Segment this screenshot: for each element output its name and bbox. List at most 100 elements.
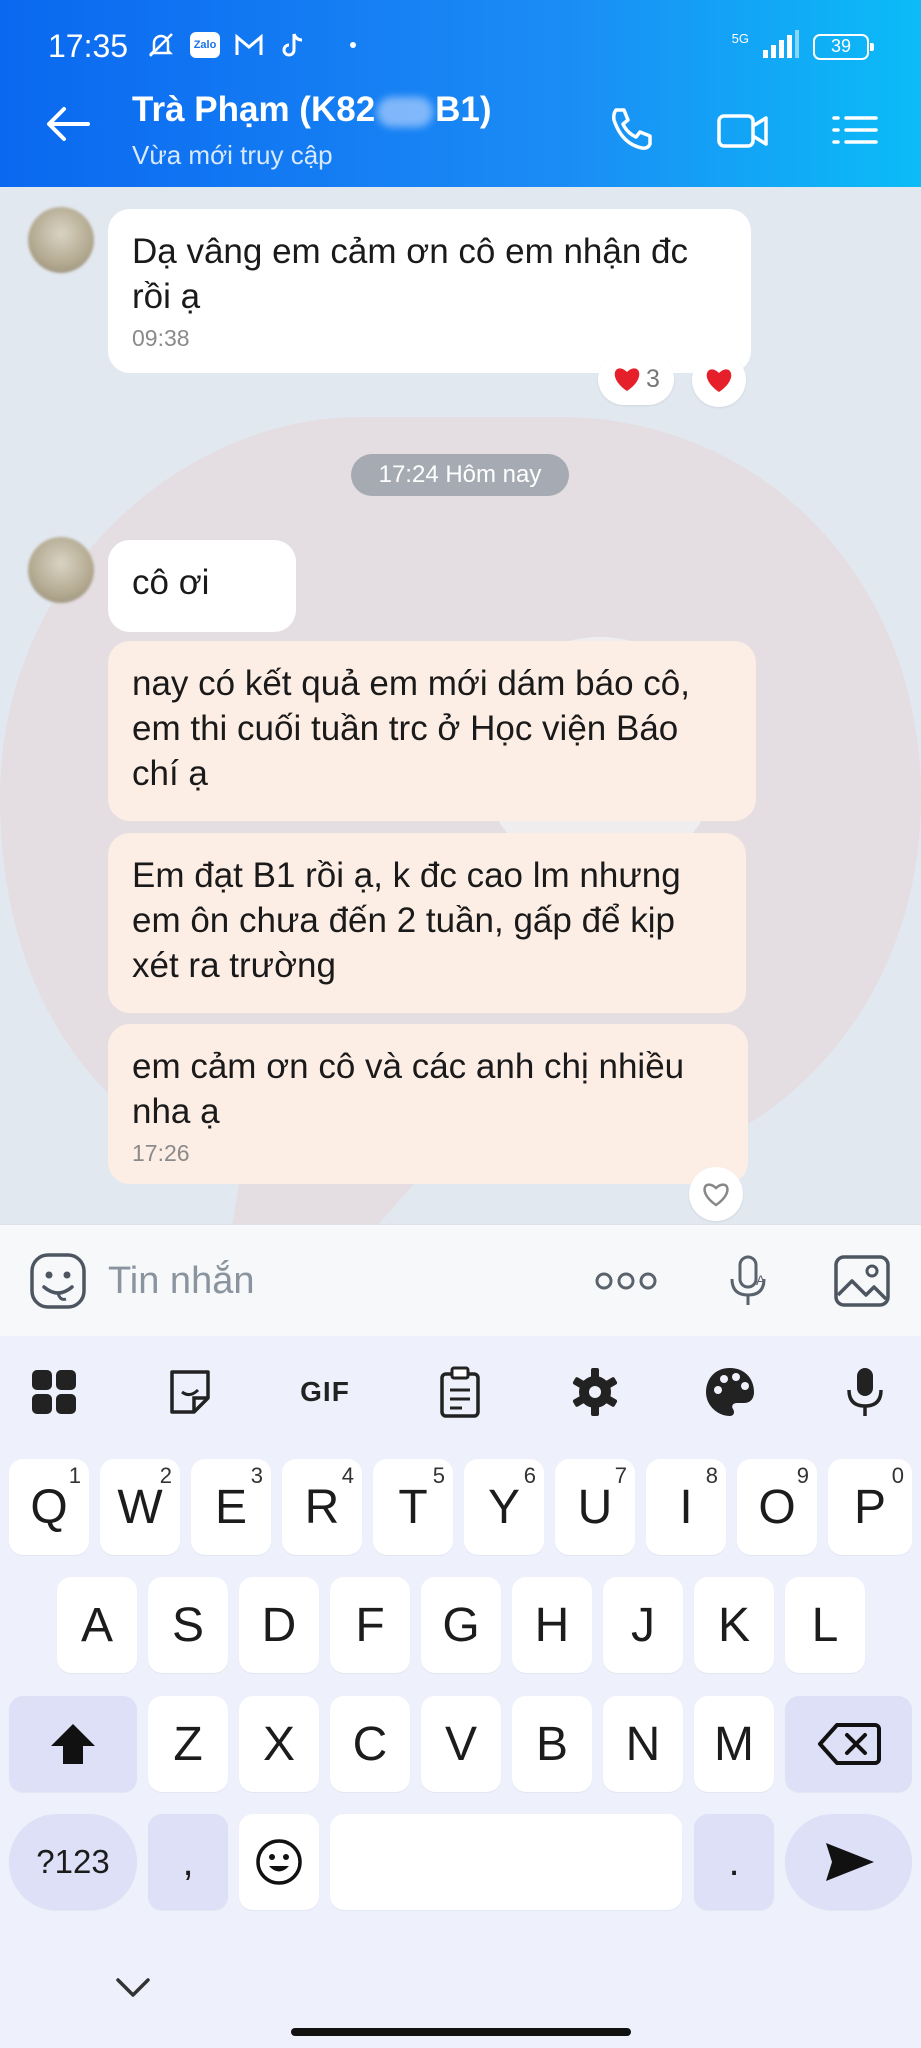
backspace-icon [817, 1723, 881, 1765]
mute-bell-icon [146, 30, 176, 60]
voice-call-button[interactable] [604, 104, 660, 160]
space-key[interactable] [330, 1814, 682, 1910]
key-y[interactable]: Y6 [464, 1459, 544, 1555]
key-label: S [171, 1598, 204, 1652]
contact-avatar[interactable] [28, 207, 94, 273]
tiktok-icon [278, 30, 308, 60]
key-label: J [631, 1598, 655, 1652]
gmail-icon [234, 30, 264, 60]
kb-theme-button[interactable] [700, 1362, 760, 1422]
symbols-key[interactable]: ?123 [9, 1814, 137, 1910]
key-label: U [577, 1480, 613, 1534]
shift-key[interactable] [9, 1696, 137, 1792]
image-picker-button[interactable] [832, 1251, 892, 1311]
react-button[interactable] [689, 1167, 743, 1221]
back-arrow-icon [47, 107, 90, 141]
key-v[interactable]: V [421, 1696, 501, 1792]
key-x[interactable]: X [239, 1696, 319, 1792]
contact-avatar[interactable] [28, 537, 94, 603]
clipboard-icon [440, 1366, 480, 1418]
microphone-icon [847, 1368, 883, 1416]
video-call-button[interactable] [716, 104, 772, 160]
send-key[interactable] [785, 1814, 912, 1910]
key-label: M [714, 1717, 754, 1771]
reaction-summary[interactable]: 3 [598, 353, 674, 405]
kb-settings-button[interactable] [565, 1362, 625, 1422]
key-q[interactable]: Q1 [9, 1459, 89, 1555]
message-bubble[interactable]: nay có kết quả em mới dám báo cô, em thi… [108, 641, 756, 821]
key-label: I [679, 1480, 693, 1534]
heart-reaction-icon [614, 368, 640, 391]
key-b[interactable]: B [512, 1696, 592, 1792]
key-r[interactable]: R4 [282, 1459, 362, 1555]
period-key[interactable]: . [694, 1814, 774, 1910]
message-bubble[interactable]: cô ơi [108, 540, 296, 632]
status-time: 17:35 [48, 28, 129, 64]
key-hint: 9 [796, 1463, 809, 1488]
key-t[interactable]: T5 [373, 1459, 453, 1555]
backspace-key[interactable] [785, 1696, 912, 1792]
message-bubble[interactable]: Dạ vâng em cảm ơn cô em nhận đc rồi ạ 09… [108, 209, 751, 373]
key-e[interactable]: E3 [191, 1459, 271, 1555]
key-w[interactable]: W2 [100, 1459, 180, 1555]
hide-keyboard-button[interactable] [110, 1966, 156, 2012]
message-text: nay có kết quả em mới dám báo cô, em thi… [132, 664, 690, 793]
contact-name[interactable]: Trà Phạm (K82 B1) [132, 90, 492, 130]
key-j[interactable]: J [603, 1577, 683, 1673]
key-k[interactable]: K [694, 1577, 774, 1673]
key-m[interactable]: M [694, 1696, 774, 1792]
message-input[interactable]: Tin nhắn [108, 1253, 538, 1309]
key-hint: 1 [68, 1463, 81, 1488]
svg-text:A: A [756, 1272, 766, 1288]
more-options-button[interactable] [594, 1255, 658, 1315]
chat-area[interactable]: Dạ vâng em cảm ơn cô em nhận đc rồi ạ 09… [0, 187, 921, 1224]
kb-apps-button[interactable] [24, 1362, 84, 1422]
emoji-key[interactable] [239, 1814, 319, 1910]
key-s[interactable]: S [148, 1577, 228, 1673]
kb-gif-button[interactable]: GIF [295, 1362, 355, 1422]
key-z[interactable]: Z [148, 1696, 228, 1792]
react-button[interactable] [692, 353, 746, 407]
key-c[interactable]: C [330, 1696, 410, 1792]
reaction-count: 3 [646, 364, 660, 393]
kb-sticker-button[interactable] [160, 1362, 220, 1422]
heart-outline-icon [703, 1183, 729, 1207]
key-f[interactable]: F [330, 1577, 410, 1673]
key-label: O [758, 1480, 796, 1534]
phone-icon [612, 108, 652, 150]
kb-clipboard-button[interactable] [430, 1362, 490, 1422]
smiley-icon [256, 1839, 302, 1885]
key-i[interactable]: I8 [646, 1459, 726, 1555]
voice-message-button[interactable]: A [718, 1251, 778, 1311]
key-o[interactable]: O9 [737, 1459, 817, 1555]
key-d[interactable]: D [239, 1577, 319, 1673]
message-text: Em đạt B1 rồi ạ, k đc cao lm nhưng em ôn… [132, 856, 681, 985]
kb-voice-input-button[interactable] [835, 1362, 895, 1422]
key-hint: 2 [159, 1463, 172, 1488]
key-label: Q [30, 1480, 68, 1534]
message-input-bar: Tin nhắn A [0, 1224, 921, 1336]
grid-apps-icon [32, 1370, 76, 1414]
key-label: P [853, 1480, 886, 1534]
key-n[interactable]: N [603, 1696, 683, 1792]
key-l[interactable]: L [785, 1577, 865, 1673]
key-h[interactable]: H [512, 1577, 592, 1673]
key-label: Y [487, 1480, 520, 1534]
key-hint: 8 [705, 1463, 718, 1488]
key-hint: 5 [432, 1463, 445, 1488]
date-separator: 17:24 Hôm nay [351, 454, 569, 496]
heart-filled-icon [706, 369, 732, 392]
comma-key[interactable]: , [148, 1814, 228, 1910]
palette-icon [706, 1368, 754, 1416]
key-u[interactable]: U7 [555, 1459, 635, 1555]
menu-button[interactable] [830, 104, 886, 160]
home-indicator[interactable] [291, 2028, 631, 2036]
key-p[interactable]: P0 [828, 1459, 912, 1555]
sticker-button[interactable] [28, 1251, 88, 1311]
key-a[interactable]: A [57, 1577, 137, 1673]
message-bubble[interactable]: em cảm ơn cô và các anh chị nhiều nha ạ … [108, 1024, 748, 1184]
key-g[interactable]: G [421, 1577, 501, 1673]
back-button[interactable] [44, 104, 104, 154]
message-bubble[interactable]: Em đạt B1 rồi ạ, k đc cao lm nhưng em ôn… [108, 833, 746, 1013]
key-label: Z [173, 1717, 203, 1771]
